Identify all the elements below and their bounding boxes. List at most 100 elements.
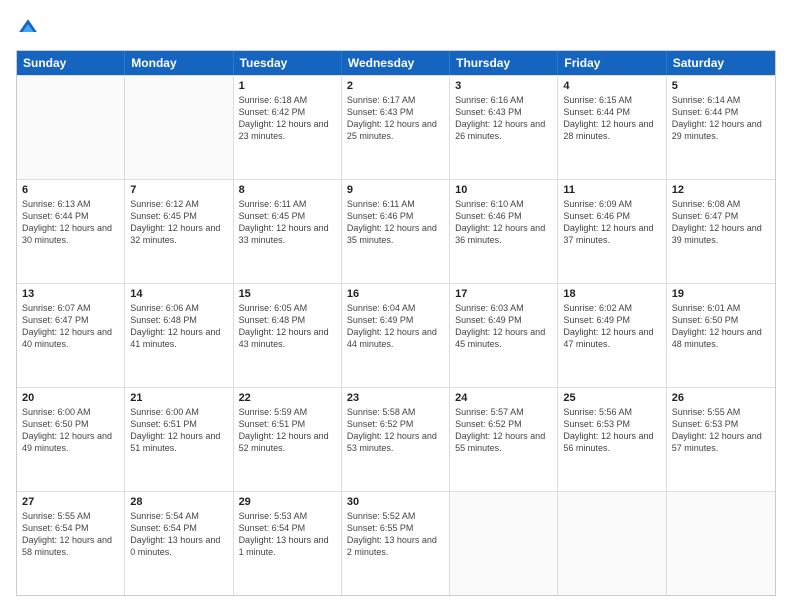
day-number: 15 <box>239 288 336 300</box>
day-info: Sunrise: 6:00 AM Sunset: 6:51 PM Dayligh… <box>130 406 227 455</box>
calendar-cell-day-1: 1 Sunrise: 6:18 AM Sunset: 6:42 PM Daylig… <box>234 76 342 179</box>
day-info: Sunrise: 5:52 AM Sunset: 6:55 PM Dayligh… <box>347 510 444 559</box>
calendar-cell-day-8: 8 Sunrise: 6:11 AM Sunset: 6:45 PM Daylig… <box>234 180 342 283</box>
day-number: 1 <box>239 80 336 92</box>
calendar-row-5: 27 Sunrise: 5:55 AM Sunset: 6:54 PM Dayli… <box>17 491 775 595</box>
day-number: 18 <box>563 288 660 300</box>
day-number: 22 <box>239 392 336 404</box>
day-info: Sunrise: 5:54 AM Sunset: 6:54 PM Dayligh… <box>130 510 227 559</box>
calendar-cell-day-17: 17 Sunrise: 6:03 AM Sunset: 6:49 PM Dayli… <box>450 284 558 387</box>
day-number: 7 <box>130 184 227 196</box>
day-info: Sunrise: 6:11 AM Sunset: 6:45 PM Dayligh… <box>239 198 336 247</box>
day-number: 5 <box>672 80 770 92</box>
day-info: Sunrise: 6:11 AM Sunset: 6:46 PM Dayligh… <box>347 198 444 247</box>
day-number: 10 <box>455 184 552 196</box>
calendar-cell-day-3: 3 Sunrise: 6:16 AM Sunset: 6:43 PM Daylig… <box>450 76 558 179</box>
day-info: Sunrise: 5:57 AM Sunset: 6:52 PM Dayligh… <box>455 406 552 455</box>
calendar-cell-empty <box>450 492 558 595</box>
day-number: 26 <box>672 392 770 404</box>
day-info: Sunrise: 6:10 AM Sunset: 6:46 PM Dayligh… <box>455 198 552 247</box>
calendar-header-friday: Friday <box>558 51 666 75</box>
calendar-cell-day-18: 18 Sunrise: 6:02 AM Sunset: 6:49 PM Dayli… <box>558 284 666 387</box>
logo-icon <box>16 16 40 40</box>
day-info: Sunrise: 6:13 AM Sunset: 6:44 PM Dayligh… <box>22 198 119 247</box>
calendar-row-3: 13 Sunrise: 6:07 AM Sunset: 6:47 PM Dayli… <box>17 283 775 387</box>
calendar-cell-day-7: 7 Sunrise: 6:12 AM Sunset: 6:45 PM Daylig… <box>125 180 233 283</box>
header <box>16 16 776 40</box>
calendar-cell-day-5: 5 Sunrise: 6:14 AM Sunset: 6:44 PM Daylig… <box>667 76 775 179</box>
day-info: Sunrise: 6:05 AM Sunset: 6:48 PM Dayligh… <box>239 302 336 351</box>
calendar-cell-day-2: 2Sunrise: 6:17 AM Sunset: 6:43 PM Daylig… <box>342 76 450 179</box>
day-info: Sunrise: 6:00 AM Sunset: 6:50 PM Dayligh… <box>22 406 119 455</box>
day-number: 8 <box>239 184 336 196</box>
day-info: Sunrise: 6:09 AM Sunset: 6:46 PM Dayligh… <box>563 198 660 247</box>
day-number: 11 <box>563 184 660 196</box>
day-number: 24 <box>455 392 552 404</box>
day-number: 3 <box>455 80 552 92</box>
day-info: Sunrise: 6:12 AM Sunset: 6:45 PM Dayligh… <box>130 198 227 247</box>
day-info: Sunrise: 6:03 AM Sunset: 6:49 PM Dayligh… <box>455 302 552 351</box>
calendar: SundayMondayTuesdayWednesdayThursdayFrid… <box>16 50 776 596</box>
day-info: Sunrise: 6:16 AM Sunset: 6:43 PM Dayligh… <box>455 94 552 143</box>
calendar-cell-day-27: 27 Sunrise: 5:55 AM Sunset: 6:54 PM Dayli… <box>17 492 125 595</box>
day-number: 16 <box>347 288 444 300</box>
calendar-header-saturday: Saturday <box>667 51 775 75</box>
calendar-cell-day-6: 6 Sunrise: 6:13 AM Sunset: 6:44 PM Daylig… <box>17 180 125 283</box>
day-number: 25 <box>563 392 660 404</box>
calendar-cell-day-21: 21 Sunrise: 6:00 AM Sunset: 6:51 PM Dayli… <box>125 388 233 491</box>
day-number: 19 <box>672 288 770 300</box>
calendar-cell-day-13: 13 Sunrise: 6:07 AM Sunset: 6:47 PM Dayli… <box>17 284 125 387</box>
calendar-header-thursday: Thursday <box>450 51 558 75</box>
day-info: Sunrise: 5:59 AM Sunset: 6:51 PM Dayligh… <box>239 406 336 455</box>
calendar-header-monday: Monday <box>125 51 233 75</box>
day-info: Sunrise: 6:14 AM Sunset: 6:44 PM Dayligh… <box>672 94 770 143</box>
calendar-cell-day-23: 23 Sunrise: 5:58 AM Sunset: 6:52 PM Dayli… <box>342 388 450 491</box>
calendar-cell-day-26: 26 Sunrise: 5:55 AM Sunset: 6:53 PM Dayli… <box>667 388 775 491</box>
calendar-cell-day-15: 15 Sunrise: 6:05 AM Sunset: 6:48 PM Dayli… <box>234 284 342 387</box>
day-info: Sunrise: 6:02 AM Sunset: 6:49 PM Dayligh… <box>563 302 660 351</box>
day-number: 17 <box>455 288 552 300</box>
calendar-body: 1 Sunrise: 6:18 AM Sunset: 6:42 PM Daylig… <box>17 75 775 595</box>
day-info: Sunrise: 6:07 AM Sunset: 6:47 PM Dayligh… <box>22 302 119 351</box>
day-info: Sunrise: 6:04 AM Sunset: 6:49 PM Dayligh… <box>347 302 444 351</box>
page: SundayMondayTuesdayWednesdayThursdayFrid… <box>0 0 792 612</box>
day-number: 20 <box>22 392 119 404</box>
calendar-cell-empty <box>667 492 775 595</box>
calendar-cell-day-30: 30 Sunrise: 5:52 AM Sunset: 6:55 PM Dayli… <box>342 492 450 595</box>
day-number: 27 <box>22 496 119 508</box>
calendar-cell-day-25: 25 Sunrise: 5:56 AM Sunset: 6:53 PM Dayli… <box>558 388 666 491</box>
calendar-header-tuesday: Tuesday <box>234 51 342 75</box>
calendar-cell-day-20: 20 Sunrise: 6:00 AM Sunset: 6:50 PM Dayli… <box>17 388 125 491</box>
calendar-cell-day-16: 16 Sunrise: 6:04 AM Sunset: 6:49 PM Dayli… <box>342 284 450 387</box>
calendar-cell-day-24: 24 Sunrise: 5:57 AM Sunset: 6:52 PM Dayli… <box>450 388 558 491</box>
calendar-cell-empty <box>17 76 125 179</box>
day-info: Sunrise: 5:55 AM Sunset: 6:54 PM Dayligh… <box>22 510 119 559</box>
day-info: Sunrise: 6:08 AM Sunset: 6:47 PM Dayligh… <box>672 198 770 247</box>
day-number: 29 <box>239 496 336 508</box>
day-info: Sunrise: 5:55 AM Sunset: 6:53 PM Dayligh… <box>672 406 770 455</box>
day-info: Sunrise: 6:17 AM Sunset: 6:43 PM Dayligh… <box>347 94 444 143</box>
calendar-cell-day-28: 28Sunrise: 5:54 AM Sunset: 6:54 PM Dayli… <box>125 492 233 595</box>
calendar-cell-empty <box>558 492 666 595</box>
day-number: 9 <box>347 184 444 196</box>
day-info: Sunrise: 5:53 AM Sunset: 6:54 PM Dayligh… <box>239 510 336 559</box>
calendar-header: SundayMondayTuesdayWednesdayThursdayFrid… <box>17 51 775 75</box>
day-info: Sunrise: 6:15 AM Sunset: 6:44 PM Dayligh… <box>563 94 660 143</box>
day-info: Sunrise: 5:58 AM Sunset: 6:52 PM Dayligh… <box>347 406 444 455</box>
day-number: 21 <box>130 392 227 404</box>
calendar-row-4: 20 Sunrise: 6:00 AM Sunset: 6:50 PM Dayli… <box>17 387 775 491</box>
day-number: 4 <box>563 80 660 92</box>
calendar-cell-day-4: 4 Sunrise: 6:15 AM Sunset: 6:44 PM Daylig… <box>558 76 666 179</box>
calendar-cell-day-29: 29 Sunrise: 5:53 AM Sunset: 6:54 PM Dayli… <box>234 492 342 595</box>
day-number: 30 <box>347 496 444 508</box>
day-number: 23 <box>347 392 444 404</box>
day-info: Sunrise: 5:56 AM Sunset: 6:53 PM Dayligh… <box>563 406 660 455</box>
day-number: 6 <box>22 184 119 196</box>
calendar-cell-day-12: 12Sunrise: 6:08 AM Sunset: 6:47 PM Dayli… <box>667 180 775 283</box>
calendar-row-2: 6 Sunrise: 6:13 AM Sunset: 6:44 PM Daylig… <box>17 179 775 283</box>
day-info: Sunrise: 6:18 AM Sunset: 6:42 PM Dayligh… <box>239 94 336 143</box>
day-number: 13 <box>22 288 119 300</box>
day-info: Sunrise: 6:01 AM Sunset: 6:50 PM Dayligh… <box>672 302 770 351</box>
calendar-cell-day-19: 19 Sunrise: 6:01 AM Sunset: 6:50 PM Dayli… <box>667 284 775 387</box>
calendar-cell-day-11: 11 Sunrise: 6:09 AM Sunset: 6:46 PM Dayli… <box>558 180 666 283</box>
